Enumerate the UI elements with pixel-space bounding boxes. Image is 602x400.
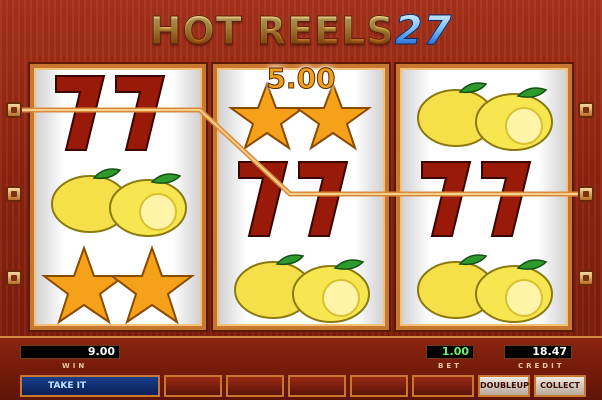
symbol-seven [400, 156, 568, 242]
button-row: TAKE IT DOUBLEUP COLLECT [0, 375, 602, 397]
credit-label: CREDIT [518, 362, 565, 370]
game-screen: HOT REELS27 5.00 9.00 WIN 1.00 BET 18.47… [0, 0, 602, 400]
win-meter: 9.00 [20, 345, 120, 359]
blank-button-4[interactable] [350, 375, 408, 397]
doubleup-button[interactable]: DOUBLEUP [478, 375, 530, 397]
payline-marker-right-1 [578, 102, 594, 118]
credit-meter: 18.47 [504, 345, 572, 359]
symbol-star [34, 242, 202, 328]
reel-1 [30, 64, 206, 330]
payline-marker-right-2 [578, 186, 594, 202]
reel-3 [396, 64, 572, 330]
symbol-lemon [34, 156, 202, 242]
win-label: WIN [62, 362, 88, 370]
symbol-lemon [400, 70, 568, 156]
symbol-seven [217, 156, 385, 242]
payline-marker-right-3 [578, 270, 594, 286]
game-title-main: HOT REELS [149, 9, 395, 54]
payline-marker-left-2 [6, 186, 22, 202]
blank-button-5[interactable] [412, 375, 474, 397]
bet-meter: 1.00 [426, 345, 474, 359]
game-title: HOT REELS27 [0, 6, 602, 56]
payline-marker-left-3 [6, 270, 22, 286]
bet-label: BET [438, 362, 462, 370]
blank-button-3[interactable] [288, 375, 346, 397]
symbol-lemon [217, 242, 385, 328]
payline-marker-left-1 [6, 102, 22, 118]
collect-button[interactable]: COLLECT [534, 375, 586, 397]
take-it-button[interactable]: TAKE IT [20, 375, 160, 397]
symbol-lemon [400, 242, 568, 328]
blank-button-1[interactable] [164, 375, 222, 397]
blank-button-2[interactable] [226, 375, 284, 397]
line-win-amount: 5.00 [266, 62, 336, 96]
symbol-seven [34, 70, 202, 156]
reel-2 [213, 64, 389, 330]
game-title-number: 27 [394, 8, 453, 55]
